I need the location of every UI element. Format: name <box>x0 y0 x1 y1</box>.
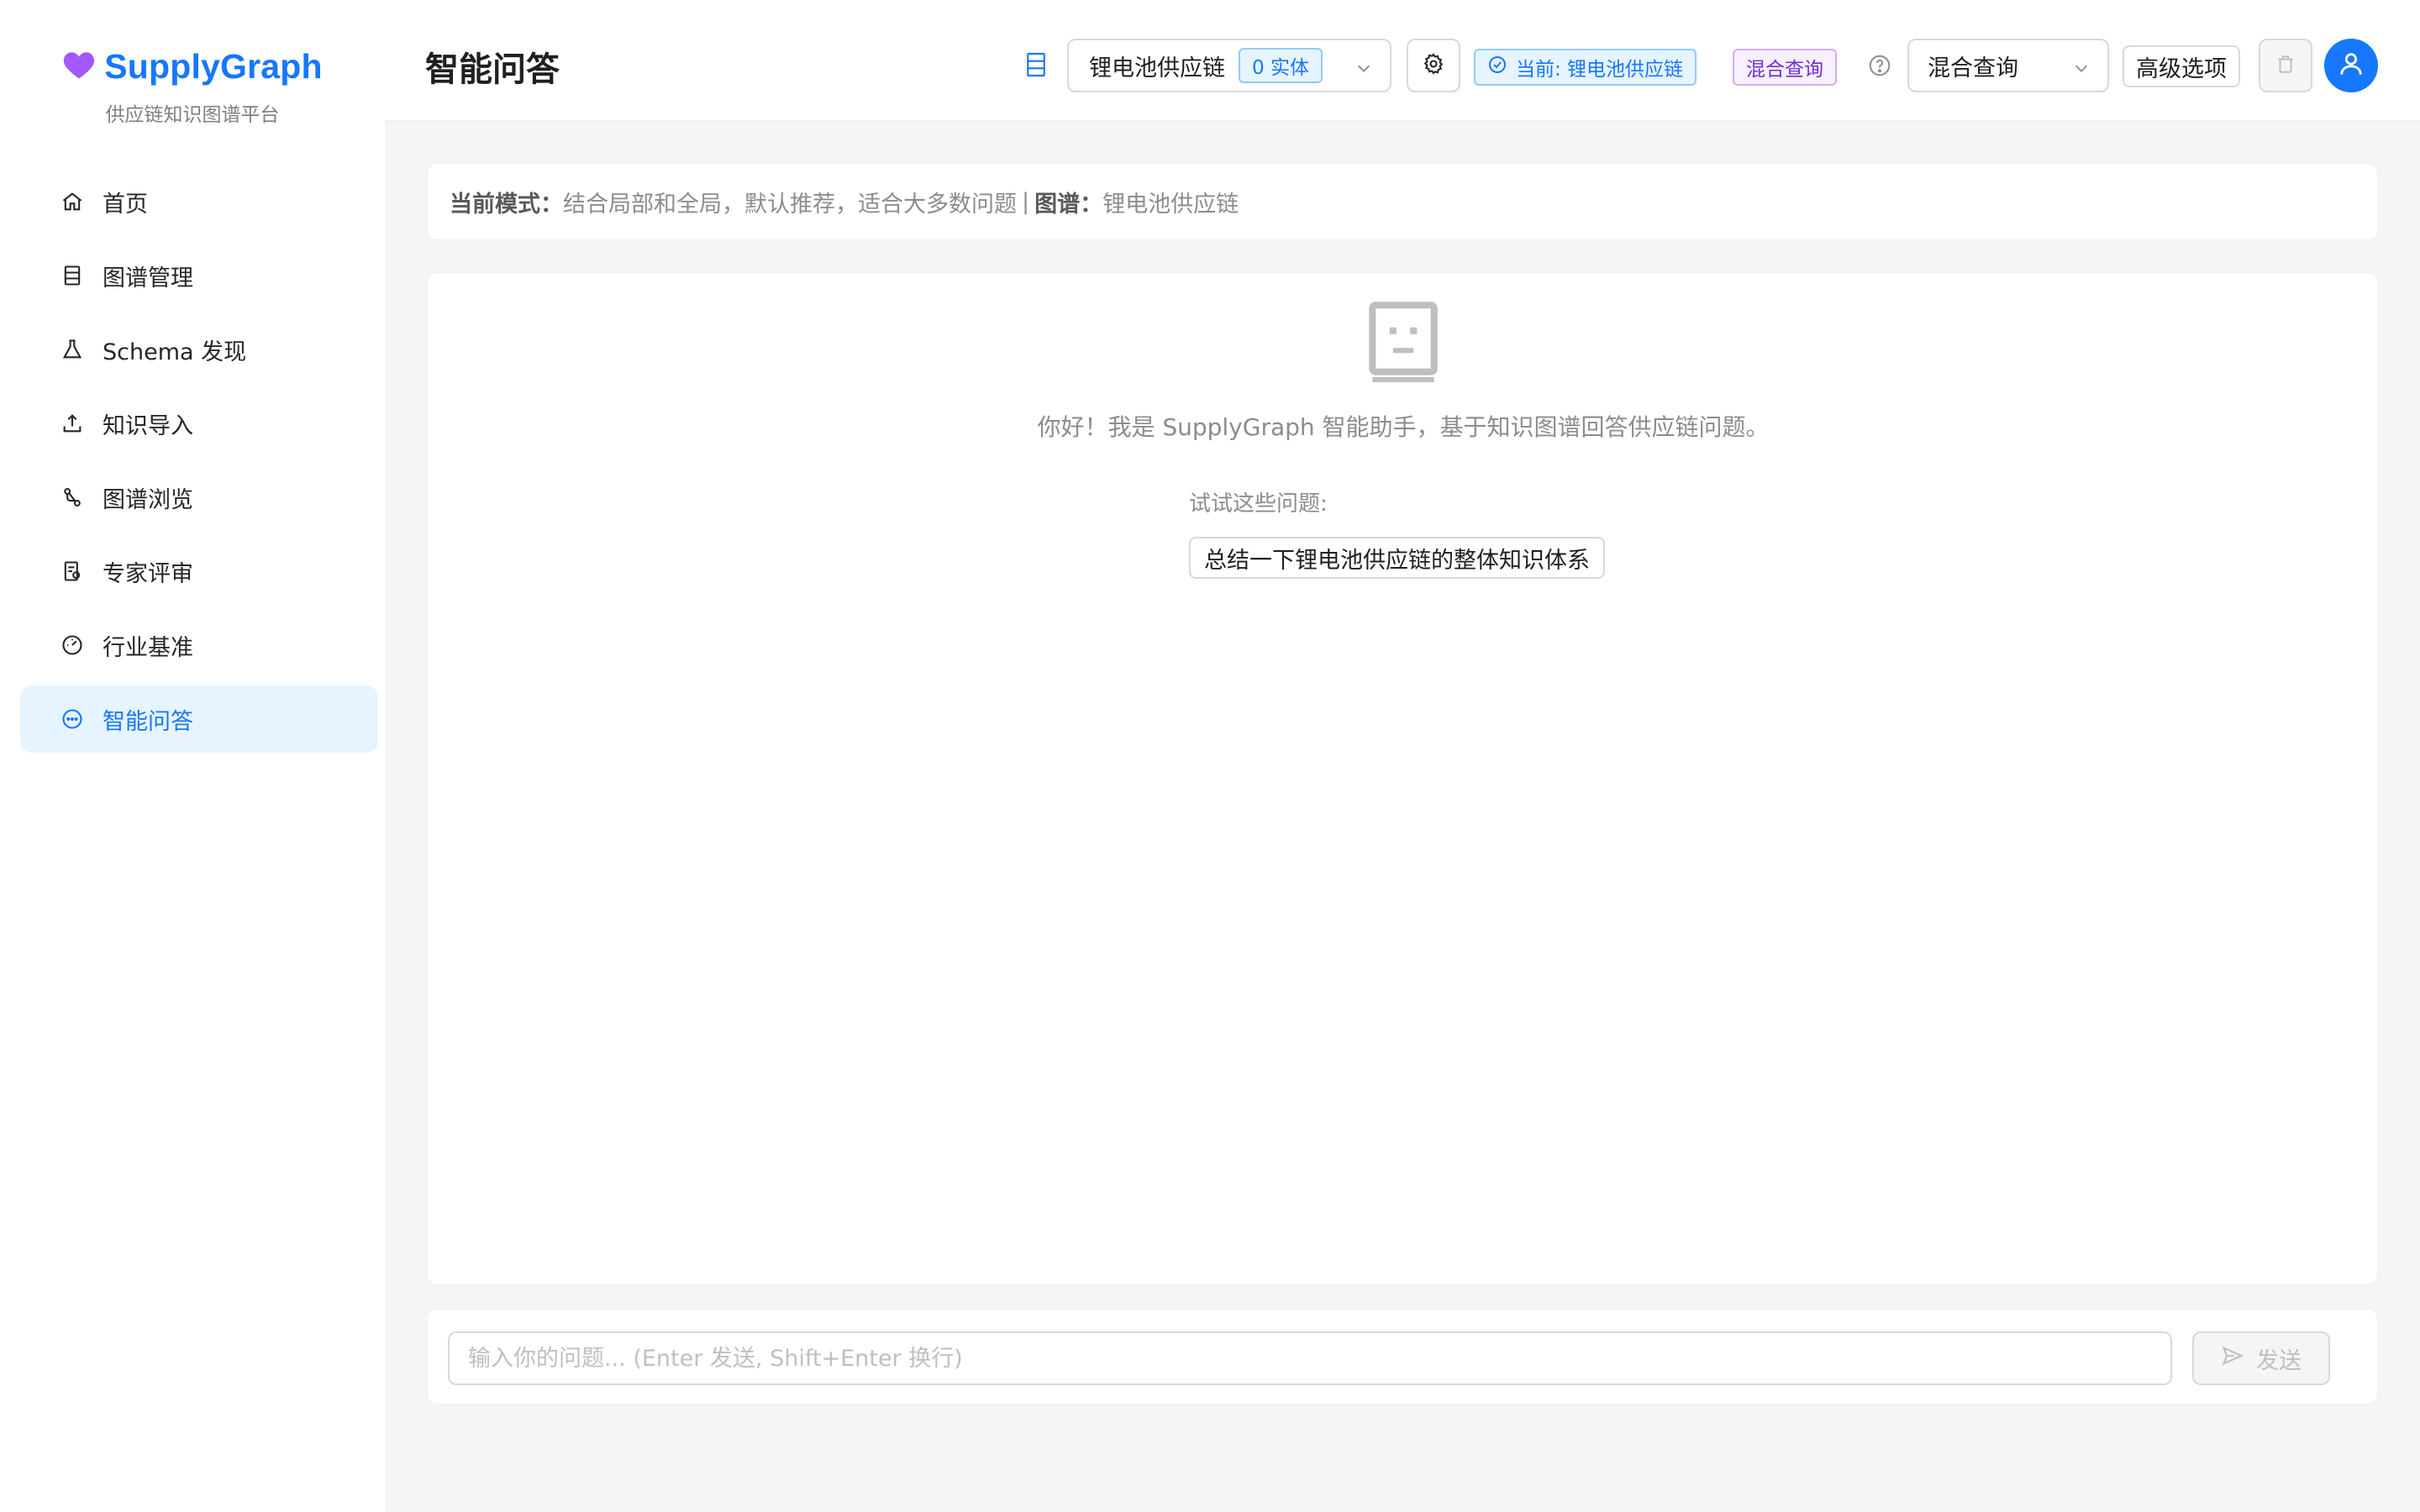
sidebar-item-label: 行业基准 <box>103 634 193 661</box>
sidebar-item-knowledge-import[interactable]: 知识导入 <box>20 390 378 457</box>
sidebar-item-industry-benchmark[interactable]: 行业基准 <box>20 612 378 679</box>
chevron-down-icon <box>1355 57 1373 76</box>
sidebar-item-smart-qa[interactable]: 智能问答 <box>20 685 378 753</box>
current-graph-tag: 当前: 锂电池供应链 <box>1474 49 1697 86</box>
send-icon <box>2221 1344 2244 1373</box>
clear-chat-button[interactable] <box>2259 39 2312 92</box>
robot-icon <box>1360 298 1446 384</box>
entity-count-badge: 0 实体 <box>1239 48 1323 83</box>
graph-icon <box>60 486 84 509</box>
advanced-options-button[interactable]: 高级选项 <box>2123 45 2240 87</box>
user-icon <box>2337 50 2365 81</box>
sidebar-item-graph-browse[interactable]: 图谱浏览 <box>20 464 378 531</box>
graph-name: 锂电池供应链 <box>1102 191 1239 218</box>
sidebar-item-home[interactable]: 首页 <box>20 168 378 235</box>
sidebar-item-label: 智能问答 <box>103 708 193 735</box>
send-button[interactable]: 发送 <box>2192 1331 2330 1385</box>
graph-select-value: 锂电池供应链 <box>1089 55 1225 81</box>
banner-separator: | <box>1022 188 1030 215</box>
dashboard-icon <box>60 633 84 657</box>
query-mode-select[interactable]: 混合查询 <box>1907 39 2109 92</box>
brand-name[interactable]: SupplyGraph <box>104 47 323 87</box>
heart-icon <box>62 50 96 85</box>
send-label: 发送 <box>2256 1347 2302 1374</box>
suggestions-label: 试试这些问题: <box>1189 491 1328 517</box>
brand: SupplyGraph 供应链知识图谱平台 <box>0 47 385 127</box>
query-mode-value: 混合查询 <box>1928 55 2018 81</box>
settings-button[interactable] <box>1407 39 1460 92</box>
mode-banner: 当前模式： 结合局部和全局，默认推荐，适合大多数问题 | 图谱： 锂电池供应链 <box>427 163 2378 240</box>
gear-icon <box>1422 52 1445 79</box>
header: 智能问答 锂电池供应链 0 实体 当前: 锂电池供应链 混合查询 混合查询 高级… <box>385 0 2420 121</box>
question-circle-icon[interactable] <box>1867 52 1894 79</box>
suggested-question-button[interactable]: 总结一下锂电池供应链的整体知识体系 <box>1189 537 1605 579</box>
sidebar-item-label: 图谱管理 <box>103 265 193 291</box>
avatar[interactable] <box>2324 39 2378 92</box>
sidebar-item-label: Schema 发现 <box>103 339 247 365</box>
graph-label: 图谱 <box>1034 191 1081 218</box>
home-icon <box>60 190 84 213</box>
sidebar-item-expert-review[interactable]: 专家评审 <box>20 538 378 605</box>
mode-description: 结合局部和全局，默认推荐，适合大多数问题 <box>563 191 1017 218</box>
mode-label: 当前模式 <box>450 191 540 218</box>
database-icon <box>1025 50 1050 79</box>
graph-select[interactable]: 锂电池供应链 0 实体 <box>1067 39 1392 92</box>
chat-panel[interactable]: 你好！我是 SupplyGraph 智能助手，基于知识图谱回答供应链问题。 试试… <box>427 272 2378 1285</box>
sidebar-item-label: 首页 <box>103 191 148 218</box>
brand-subtitle: 供应链知识图谱平台 <box>105 104 280 126</box>
audit-icon <box>60 559 84 583</box>
current-graph-label: 当前: 锂电池供应链 <box>1516 59 1684 81</box>
page-title: 智能问答 <box>425 50 560 89</box>
database-icon <box>60 264 84 287</box>
upload-icon <box>60 412 84 435</box>
sidebar-nav: 首页 图谱管理 Schema 发现 知识导入 图谱浏览 专家评审 行业基准 智能… <box>20 168 378 759</box>
sidebar-item-graph-management[interactable]: 图谱管理 <box>20 242 378 309</box>
chat-icon <box>60 707 84 731</box>
welcome-message: 你好！我是 SupplyGraph 智能助手，基于知识图谱回答供应链问题。 <box>1037 413 1770 441</box>
sidebar-item-label: 知识导入 <box>103 412 193 439</box>
check-circle-icon <box>1487 55 1507 80</box>
sidebar-item-label: 专家评审 <box>103 560 193 587</box>
trash-icon <box>2275 53 2296 78</box>
sidebar: SupplyGraph 供应链知识图谱平台 首页 图谱管理 Schema 发现 <box>0 0 385 1512</box>
chat-input-bar: 发送 <box>427 1309 2378 1404</box>
flask-icon <box>60 338 84 361</box>
sidebar-item-schema-discovery[interactable]: Schema 发现 <box>20 316 378 383</box>
sidebar-item-label: 图谱浏览 <box>103 486 193 513</box>
mode-tag: 混合查询 <box>1733 49 1837 86</box>
question-input[interactable] <box>448 1331 2172 1385</box>
chevron-down-icon <box>2072 57 2091 76</box>
